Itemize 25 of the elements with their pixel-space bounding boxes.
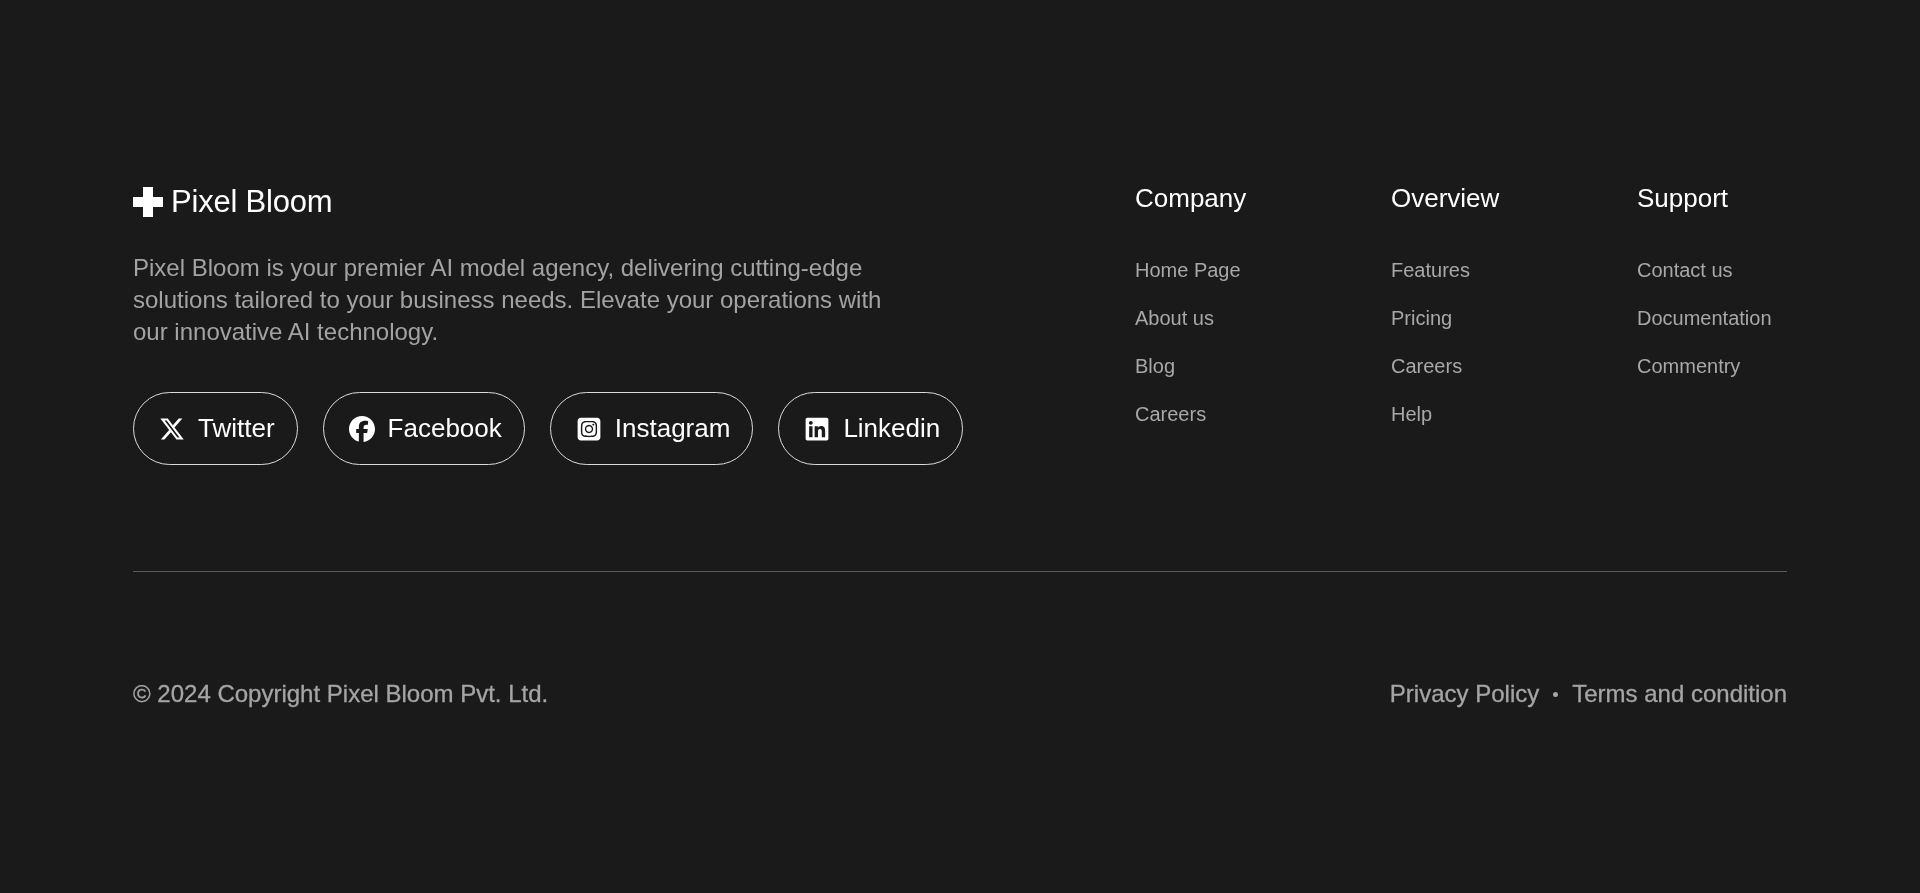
footer-link[interactable]: Blog [1135, 354, 1176, 378]
column-heading: Overview [1391, 184, 1500, 212]
brand-name: Pixel Bloom [171, 184, 333, 220]
legal-link[interactable]: Privacy Policy [1389, 678, 1540, 710]
footer-link[interactable]: About us [1135, 306, 1214, 330]
cross-logo-icon [133, 187, 163, 217]
instagram-logo-icon [575, 415, 602, 442]
legal-link[interactable]: Terms and condition [1572, 678, 1787, 710]
column-heading: Company [1135, 184, 1247, 212]
footer-link[interactable]: Pricing [1391, 306, 1453, 330]
footer-link[interactable]: Features [1391, 258, 1470, 282]
footer-link[interactable]: Commentry [1637, 354, 1741, 378]
separator-dot-icon [1553, 691, 1559, 697]
footer-link[interactable]: Help [1391, 402, 1433, 426]
footer-link[interactable]: Documentation [1637, 306, 1772, 330]
footer-link[interactable]: Contact us [1637, 258, 1733, 282]
facebook-logo-icon [348, 415, 375, 442]
footer-link[interactable]: Home Page [1135, 258, 1241, 282]
linkedin-logo-icon [804, 415, 831, 442]
footer-link[interactable]: Careers [1391, 354, 1463, 378]
brand-description: Pixel Bloom is your premier AI model agency, delivering cutting-edge solutions tailored to your business needs. Elevate your operations with our innovative AI technology. [133, 253, 883, 347]
copyright-text: © 2024 Copyright Pixel Bloom Pvt. Ltd. [133, 679, 549, 709]
x-logo-icon [159, 415, 185, 442]
column-heading: Support [1637, 184, 1729, 212]
footer-link[interactable]: Careers [1135, 402, 1207, 426]
